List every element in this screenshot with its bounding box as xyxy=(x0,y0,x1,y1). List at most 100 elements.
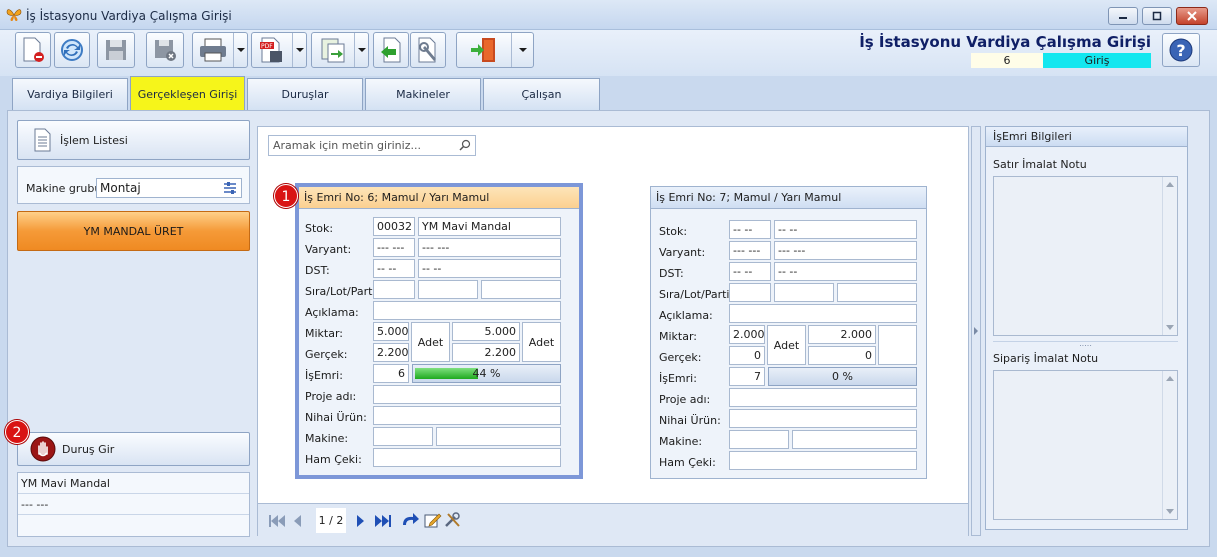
dst-code-field[interactable]: -- -- xyxy=(373,259,415,278)
list-item xyxy=(18,515,249,536)
close-button[interactable] xyxy=(1176,7,1208,25)
varyant-code-field[interactable]: --- --- xyxy=(373,238,415,257)
miktar-total-field[interactable]: 5.000 xyxy=(452,322,520,341)
print-dropdown-icon[interactable] xyxy=(233,33,247,67)
dst-name-field[interactable]: -- -- xyxy=(418,259,561,278)
export-dropdown-icon[interactable] xyxy=(354,33,368,67)
aciklama-field[interactable] xyxy=(373,301,561,320)
tools-icon[interactable] xyxy=(444,512,462,528)
tab-gerceklesen-girisi[interactable]: Gerçekleşen Girişi xyxy=(130,76,245,111)
gercek-total-field[interactable]: 2.200 xyxy=(452,343,520,362)
ham-ceki-field[interactable] xyxy=(729,451,917,470)
makine-name-field[interactable] xyxy=(436,427,561,446)
varyant-name-field[interactable]: --- --- xyxy=(774,241,917,260)
stok-code-field[interactable]: -- -- xyxy=(729,220,771,239)
redo-icon[interactable] xyxy=(400,512,420,528)
save-button[interactable] xyxy=(97,32,135,68)
miktar-total-field[interactable]: 2.000 xyxy=(808,325,876,344)
stok-name-field[interactable]: YM Mavi Mandal xyxy=(418,217,561,236)
exit-button[interactable] xyxy=(456,32,534,68)
scroll-down-icon[interactable] xyxy=(1166,509,1174,514)
help-button[interactable]: ? xyxy=(1162,33,1200,67)
operation-list-label: İşlem Listesi xyxy=(60,133,128,147)
pdf-dropdown-icon[interactable] xyxy=(292,33,306,67)
title-bar: İş İstasyonu Vardiya Çalışma Girişi xyxy=(0,0,1217,30)
machine-group-input[interactable]: Montaj xyxy=(96,178,242,198)
stok-name-field[interactable]: -- -- xyxy=(774,220,917,239)
varyant-code-field[interactable]: --- --- xyxy=(729,241,771,260)
proje-field[interactable] xyxy=(373,385,561,404)
export-icon xyxy=(321,38,345,63)
tab-calisan[interactable]: Çalışan xyxy=(483,78,600,110)
dst-code-field[interactable]: -- -- xyxy=(729,262,771,281)
makine-label: Makine: xyxy=(659,435,703,448)
sira-lot-label: Sıra/Lot/Parti: xyxy=(659,288,734,301)
machine-group-label: Makine grubu xyxy=(26,182,102,195)
operation-list-button[interactable]: İşlem Listesi xyxy=(17,120,250,160)
next-page-icon[interactable] xyxy=(356,514,366,528)
scrollbar[interactable] xyxy=(1162,371,1177,519)
makine-code-field[interactable] xyxy=(373,427,433,446)
isemri-field[interactable]: 6 xyxy=(373,364,409,383)
maximize-button[interactable] xyxy=(1142,7,1172,25)
nihai-urun-field[interactable] xyxy=(729,409,917,428)
search-input[interactable]: Aramak için metin giriniz... xyxy=(268,135,476,156)
settings-button[interactable] xyxy=(410,32,446,68)
lot-field[interactable] xyxy=(418,280,478,299)
svg-text:?: ? xyxy=(1176,41,1185,60)
nihai-urun-field[interactable] xyxy=(373,406,561,425)
sira-field[interactable] xyxy=(729,283,771,302)
work-order-card[interactable]: İş Emri No: 6; Mamul / Yarı Mamul Stok: … xyxy=(295,183,583,479)
print-button[interactable] xyxy=(192,32,248,68)
export-button[interactable] xyxy=(311,32,369,68)
parti-field[interactable] xyxy=(481,280,561,299)
panel-collapse-bar[interactable] xyxy=(971,126,981,536)
previous-page-icon[interactable] xyxy=(292,514,302,528)
tab-vardiya-bilgileri[interactable]: Vardiya Bilgileri xyxy=(12,78,128,110)
isemri-field[interactable]: 7 xyxy=(729,367,765,386)
gercek-total-field[interactable]: 0 xyxy=(808,346,876,365)
minimize-button[interactable] xyxy=(1108,7,1138,25)
gercek-field[interactable]: 0 xyxy=(729,346,765,365)
dst-label: DST: xyxy=(659,267,684,280)
miktar-field[interactable]: 2.000 xyxy=(729,325,765,344)
makine-code-field[interactable] xyxy=(729,430,789,449)
scroll-up-icon[interactable] xyxy=(1166,182,1174,187)
miktar-field[interactable]: 5.000 xyxy=(373,322,409,341)
makine-name-field[interactable] xyxy=(792,430,917,449)
pdf-export-button[interactable]: PDF xyxy=(251,32,307,68)
line-note-label: Satır İmalat Notu xyxy=(993,158,1087,171)
save-close-button[interactable] xyxy=(146,32,184,68)
sira-field[interactable] xyxy=(373,280,415,299)
first-page-icon[interactable] xyxy=(268,514,286,528)
produce-button[interactable]: YM MANDAL ÜRET xyxy=(17,211,250,251)
parti-field[interactable] xyxy=(837,283,917,302)
line-note-field[interactable] xyxy=(993,176,1178,336)
aciklama-field[interactable] xyxy=(729,304,917,323)
ham-ceki-label: Ham Çeki: xyxy=(305,453,362,466)
stok-code-field[interactable]: 00032 xyxy=(373,217,415,236)
scrollbar[interactable] xyxy=(1162,177,1177,335)
work-order-card[interactable]: İş Emri No: 7; Mamul / Yarı Mamul Stok: … xyxy=(650,186,927,479)
tab-duruslar[interactable]: Duruşlar xyxy=(247,78,363,110)
proje-field[interactable] xyxy=(729,388,917,407)
dst-name-field[interactable]: -- -- xyxy=(774,262,917,281)
ham-ceki-field[interactable] xyxy=(373,448,561,467)
exit-dropdown-icon[interactable] xyxy=(511,33,533,67)
back-button[interactable] xyxy=(373,32,409,68)
scroll-up-icon[interactable] xyxy=(1166,376,1174,381)
last-page-icon[interactable] xyxy=(374,514,392,528)
new-button[interactable] xyxy=(15,32,51,68)
scroll-down-icon[interactable] xyxy=(1166,325,1174,330)
hand-stop-icon xyxy=(30,436,56,462)
save-icon xyxy=(106,40,126,60)
tab-makineler[interactable]: Makineler xyxy=(365,78,481,110)
lot-field[interactable] xyxy=(774,283,834,302)
stop-entry-button[interactable]: Duruş Gir xyxy=(17,432,250,466)
gercek-field[interactable]: 2.200 xyxy=(373,343,409,362)
varyant-name-field[interactable]: --- --- xyxy=(418,238,561,257)
splitter[interactable]: ..... xyxy=(993,340,1178,348)
order-note-field[interactable] xyxy=(993,370,1178,520)
edit-icon[interactable] xyxy=(424,512,442,528)
refresh-button[interactable] xyxy=(54,32,90,68)
